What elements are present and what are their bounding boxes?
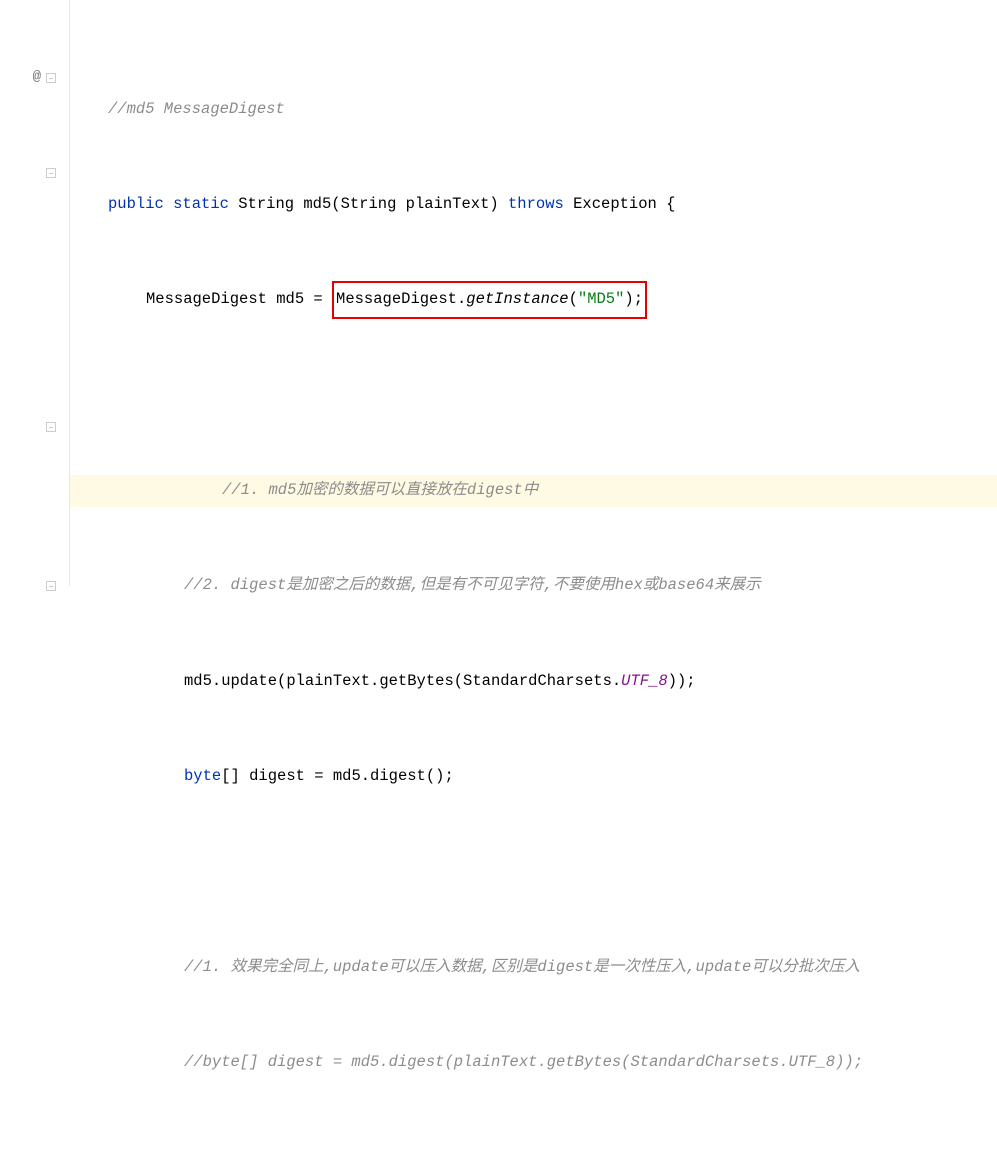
code-text: String (229, 189, 303, 221)
comment-text: //byte[] digest = md5.digest(plainText.g… (184, 1047, 863, 1079)
keyword: byte (184, 761, 221, 793)
string-literal: "MD5" (578, 290, 625, 308)
gutter-row (0, 475, 69, 507)
code-line: md5.update(plainText.getBytes(StandardCh… (108, 666, 997, 698)
code-line: MessageDigest md5 = MessageDigest.getIns… (108, 284, 997, 316)
code-text: MessageDigest md5 = (146, 284, 332, 316)
code-line: public static String md5(String plainTex… (108, 189, 997, 221)
gutter-row (0, 221, 69, 253)
code-editor[interactable]: //md5 MessageDigest public static String… (70, 0, 997, 586)
constant: UTF_8 (621, 666, 668, 698)
code-line-empty (108, 856, 997, 888)
collapse-icon[interactable] (41, 581, 61, 591)
collapse-icon[interactable] (41, 422, 61, 432)
comment-text: //md5 MessageDigest (108, 94, 285, 126)
method-name: md5 (303, 189, 331, 221)
code-text: )); (668, 666, 696, 698)
gutter-row: @ (0, 62, 69, 94)
gutter-row (0, 189, 69, 221)
keyword: throws (508, 189, 564, 221)
gutter-row (0, 412, 69, 444)
gutter-row (0, 443, 69, 475)
gutter-row (0, 316, 69, 348)
comment-text: //1. 效果完全同上,update可以压入数据,区别是digest是一次性压入… (184, 952, 860, 984)
gutter-row (0, 507, 69, 539)
code-text: (String plainText) (331, 189, 508, 221)
gutter-row (0, 284, 69, 316)
code-line-highlighted: //1. md5加密的数据可以直接放在digest中 (70, 475, 997, 507)
gutter-row (0, 348, 69, 380)
code-line-empty (108, 380, 997, 412)
method-call: getInstance (466, 290, 568, 308)
collapse-icon[interactable] (41, 168, 61, 178)
comment-text: //1. md5加密的数据可以直接放在digest中 (146, 475, 538, 507)
gutter-row (0, 30, 69, 62)
code-line: //1. 效果完全同上,update可以压入数据,区别是digest是一次性压入… (108, 951, 997, 983)
comment-text: //2. digest是加密之后的数据,但是有不可见字符,不要使用hex或bas… (184, 570, 761, 602)
code-line: byte[] digest = md5.digest(); (108, 761, 997, 793)
gutter-row (0, 157, 69, 189)
code-text: ( (569, 290, 578, 308)
editor-gutter: @ (0, 0, 70, 586)
code-text: [] digest = md5.digest(); (221, 761, 454, 793)
code-line: //byte[] digest = md5.digest(plainText.g… (108, 1047, 997, 1079)
keyword: public (108, 189, 164, 221)
gutter-row (0, 380, 69, 412)
collapse-icon[interactable] (41, 73, 61, 83)
code-line: //md5 MessageDigest (108, 94, 997, 126)
gutter-row (0, 125, 69, 157)
gutter-row (0, 253, 69, 285)
gutter-row (0, 94, 69, 126)
gutter-row (0, 539, 69, 571)
code-text: Exception { (564, 189, 676, 221)
code-text: ); (624, 290, 643, 308)
highlight-box: MessageDigest.getInstance("MD5"); (332, 281, 647, 319)
code-line: //2. digest是加密之后的数据,但是有不可见字符,不要使用hex或bas… (108, 570, 997, 602)
code-text: MessageDigest. (336, 290, 466, 308)
code-line-empty (108, 1142, 997, 1172)
code-text (164, 189, 173, 221)
code-text: md5.update(plainText.getBytes(StandardCh… (184, 666, 621, 698)
keyword: static (173, 189, 229, 221)
gutter-row (0, 571, 69, 603)
annotation-icon: @ (33, 63, 41, 92)
